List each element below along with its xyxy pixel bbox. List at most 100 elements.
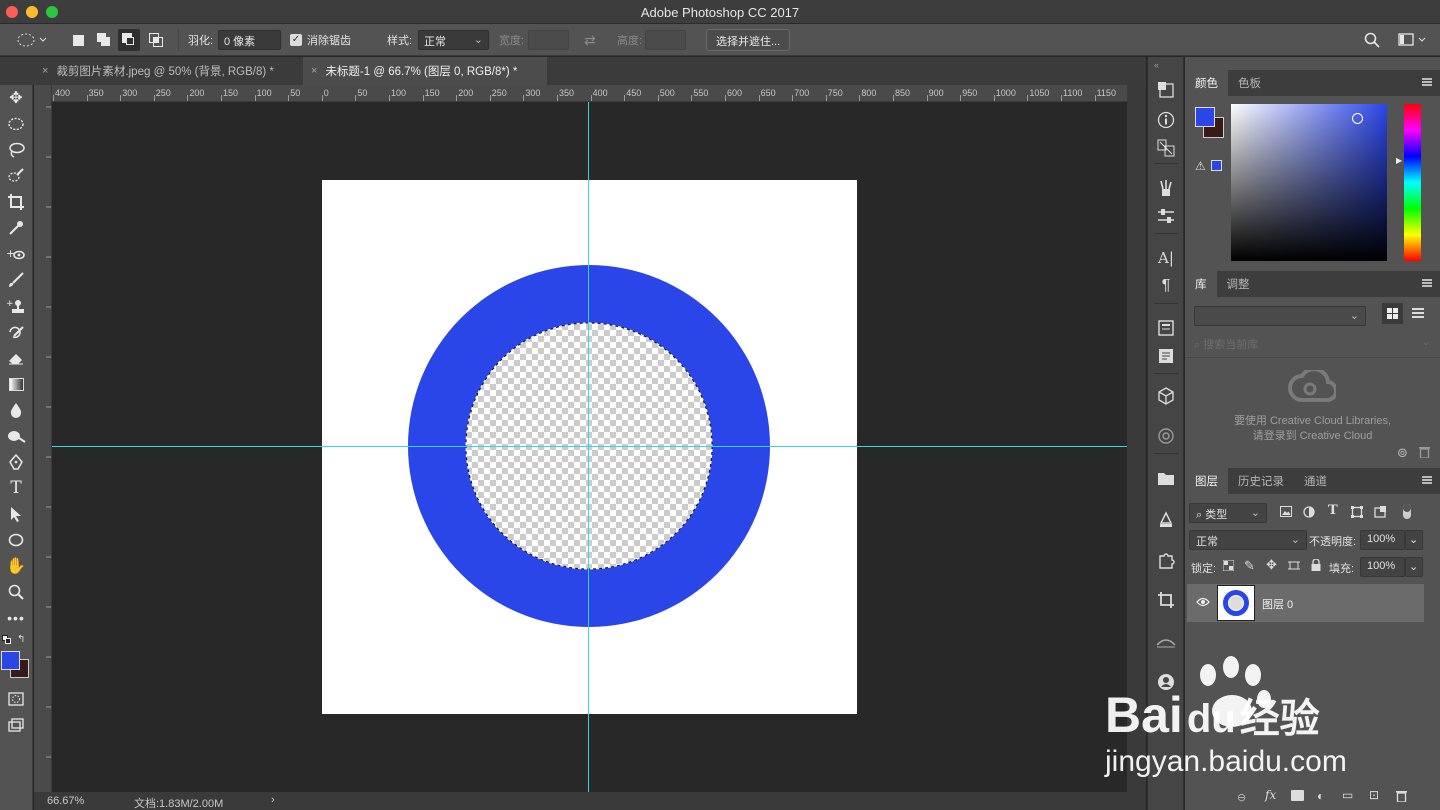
lock-all-button[interactable] [1311,558,1321,574]
dodge-tool[interactable] [3,425,29,447]
brush-tool[interactable] [3,269,29,291]
gradient-tool[interactable] [3,373,29,395]
library-select[interactable]: ⌄ [1194,306,1366,326]
type-tool[interactable]: T [3,477,29,499]
hand-tool[interactable]: ✋ [3,555,29,577]
dock-3d-button[interactable] [1154,385,1178,407]
hue-slider[interactable] [1404,104,1421,261]
tab-history[interactable]: 历史记录 [1228,468,1294,494]
marquee-tool-preset[interactable] [16,24,46,56]
blend-mode-select[interactable]: 正常 ⌄ [1189,530,1307,550]
filter-smart-objects-button[interactable] [1374,506,1386,521]
intersect-selection-button[interactable] [148,24,164,56]
new-layer-icon[interactable]: ⊡ [1369,788,1379,802]
dock-paragraph-button[interactable]: ¶ [1154,275,1178,297]
lock-image-pixels-icon[interactable]: ✎ [1244,558,1255,574]
dock-measurement-button[interactable] [1154,631,1178,653]
history-brush-tool[interactable] [3,321,29,343]
tab-channels[interactable]: 通道 [1294,468,1337,494]
feather-input[interactable]: 0 像素 [218,30,281,50]
filter-type-layers-icon[interactable]: T [1328,503,1338,518]
antialias-checkbox[interactable]: ✓ 消除锯齿 [290,24,351,56]
dock-crop-button[interactable] [1154,589,1178,611]
tab-libraries[interactable]: 库 [1185,271,1217,297]
list-view-button[interactable] [1412,307,1424,322]
eyedropper-tool[interactable] [3,217,29,239]
filter-shape-layers-button[interactable] [1351,506,1363,521]
move-tool[interactable]: ✥ [3,87,29,109]
expand-dock-icon[interactable]: « [1154,60,1159,70]
vertical-ruler[interactable] [34,85,52,792]
fx-icon[interactable]: fx [1265,788,1276,802]
dock-adjustments-button[interactable] [1154,205,1178,227]
workspace-button[interactable] [1398,24,1428,56]
zoom-tool[interactable] [3,581,29,603]
layer-thumbnail[interactable] [1217,585,1255,621]
tab-document-2[interactable]: × 未标题-1 @ 66.7% (图层 0, RGB/8*) * [303,57,547,85]
tab-color[interactable]: 颜色 [1185,70,1228,96]
link-layers-icon[interactable]: ⊖ [1237,791,1246,804]
status-menu-arrow-icon[interactable]: › [271,794,275,806]
zoom-level[interactable]: 66.67% [47,795,84,807]
filter-pixel-layers-button[interactable] [1280,506,1292,520]
crop-tool[interactable] [3,191,29,213]
add-to-selection-button[interactable] [96,24,112,56]
filter-toggle-switch[interactable] [1403,504,1411,519]
close-tab-icon[interactable]: × [42,65,48,77]
document-canvas[interactable] [322,180,857,714]
swap-colors-icon[interactable]: ↰ [17,634,25,645]
width-input[interactable] [528,30,569,50]
height-input[interactable] [645,30,686,50]
fill-input[interactable]: 100% [1360,557,1405,577]
lock-position-icon[interactable]: ✥ [1266,557,1277,573]
blur-tool[interactable] [3,399,29,421]
layer-item[interactable]: 图层 0 [1187,584,1424,622]
library-search-field[interactable]: ⌕ 搜索当前库 [1194,336,1258,352]
dock-styles-button[interactable] [1154,317,1178,339]
chevron-down-icon[interactable]: ⌄ [1422,337,1430,348]
add-mask-icon[interactable] [1291,790,1304,801]
edit-toolbar-button[interactable]: ••• [3,607,29,629]
select-and-mask-button[interactable]: 选择并遮住... [706,29,791,51]
default-colors-icon[interactable] [2,635,12,645]
lock-transparent-pixels-button[interactable] [1222,559,1235,574]
clone-stamp-tool[interactable]: + [3,295,29,317]
elliptical-marquee-tool[interactable] [3,113,29,135]
color-picker-cursor[interactable] [1352,113,1363,124]
screen-mode-button[interactable] [3,714,29,736]
ellipse-shape-tool[interactable] [3,529,29,551]
path-selection-tool[interactable] [3,503,29,525]
dock-info-button[interactable] [1154,109,1178,131]
lock-artboard-button[interactable] [1288,560,1300,574]
vertical-guide[interactable] [588,102,589,792]
tab-adjustments[interactable]: 调整 [1217,271,1260,297]
dock-properties-button[interactable] [1154,509,1178,531]
color-field-picker[interactable] [1231,104,1387,261]
visibility-toggle[interactable] [1196,596,1210,610]
out-of-gamut-warning-icon[interactable]: ⚠ [1195,159,1206,173]
new-selection-button[interactable] [70,24,86,56]
panel-menu-icon[interactable] [1422,78,1432,86]
filter-adjustment-layers-button[interactable] [1303,506,1315,521]
opacity-dropdown[interactable]: ⌄ [1405,530,1423,550]
panel-menu-icon[interactable] [1422,279,1432,287]
tab-swatches[interactable]: 色板 [1228,70,1271,96]
lasso-tool[interactable] [3,139,29,161]
layer-name[interactable]: 图层 0 [1262,596,1293,612]
tab-layers[interactable]: 图层 [1185,468,1228,494]
panel-menu-icon[interactable] [1422,476,1432,484]
horizontal-guide[interactable] [52,446,1127,447]
delete-layer-icon[interactable] [1396,789,1407,805]
opacity-input[interactable]: 100% [1360,530,1405,550]
eraser-tool[interactable] [3,347,29,369]
pen-tool[interactable] [3,451,29,473]
close-tab-icon[interactable]: × [311,65,317,77]
quick-selection-tool[interactable] [3,165,29,187]
delete-library-item-button[interactable] [1419,445,1430,461]
dock-notes-button[interactable] [1154,345,1178,367]
dock-history-button[interactable] [1154,79,1178,101]
style-select[interactable]: 正常 ⌄ [418,30,489,50]
hue-slider-arrow-icon[interactable]: ▶ [1396,156,1402,165]
dock-brushes-button[interactable] [1154,177,1178,199]
foreground-color-swatch[interactable] [1195,107,1215,127]
